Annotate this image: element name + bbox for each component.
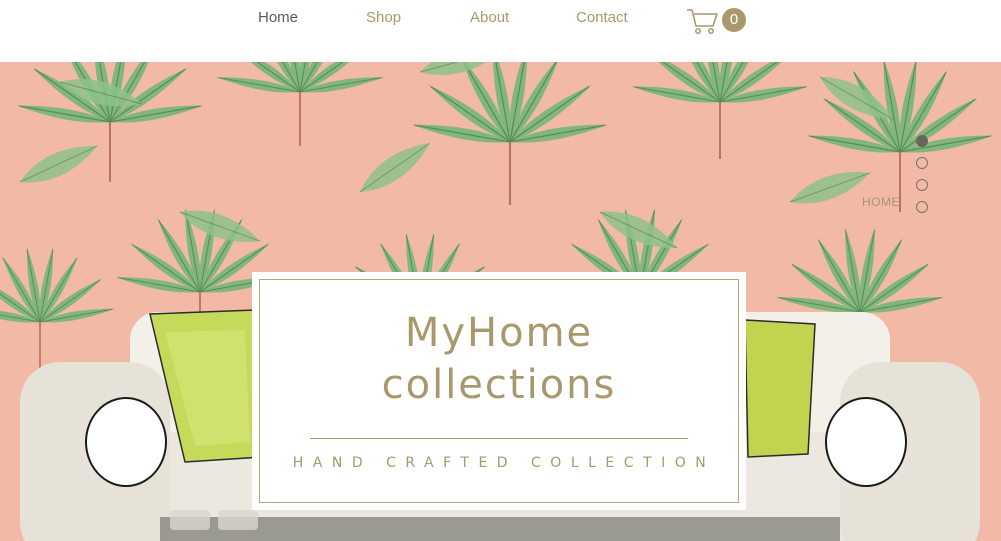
hero-title-card: MyHome collections HAND CRAFTED COLLECTI… (252, 272, 746, 510)
cart-button[interactable]: 0 (686, 6, 748, 36)
slide-dot-4[interactable] (916, 201, 928, 213)
nav-about-link[interactable]: About (470, 9, 509, 26)
hero-title-card-border: MyHome collections HAND CRAFTED COLLECTI… (259, 279, 739, 503)
slide-dot-3[interactable] (916, 179, 928, 191)
nav-contact-link[interactable]: Contact (576, 9, 628, 26)
hero-subtitle: HAND CRAFTED COLLECTION (292, 455, 716, 471)
nav-home-link[interactable]: Home (258, 9, 298, 26)
slide-dot-2[interactable] (916, 157, 928, 169)
slide-dot-1[interactable] (916, 135, 928, 147)
shopping-cart-icon (687, 9, 718, 34)
hero-title: MyHome collections (260, 307, 738, 411)
slide-label: HOME (862, 195, 900, 209)
hero-slideshow: HOME MyHome collections HAND CRAFTED COL… (0, 62, 1001, 541)
hero-title-line-1: MyHome (404, 310, 594, 356)
site-header: Home Shop About Contact 0 (0, 0, 1001, 62)
nav-shop-link[interactable]: Shop (366, 9, 401, 26)
cart-count-badge: 0 (722, 8, 746, 32)
hero-title-line-2: collections (381, 362, 617, 408)
hero-divider (310, 438, 688, 439)
